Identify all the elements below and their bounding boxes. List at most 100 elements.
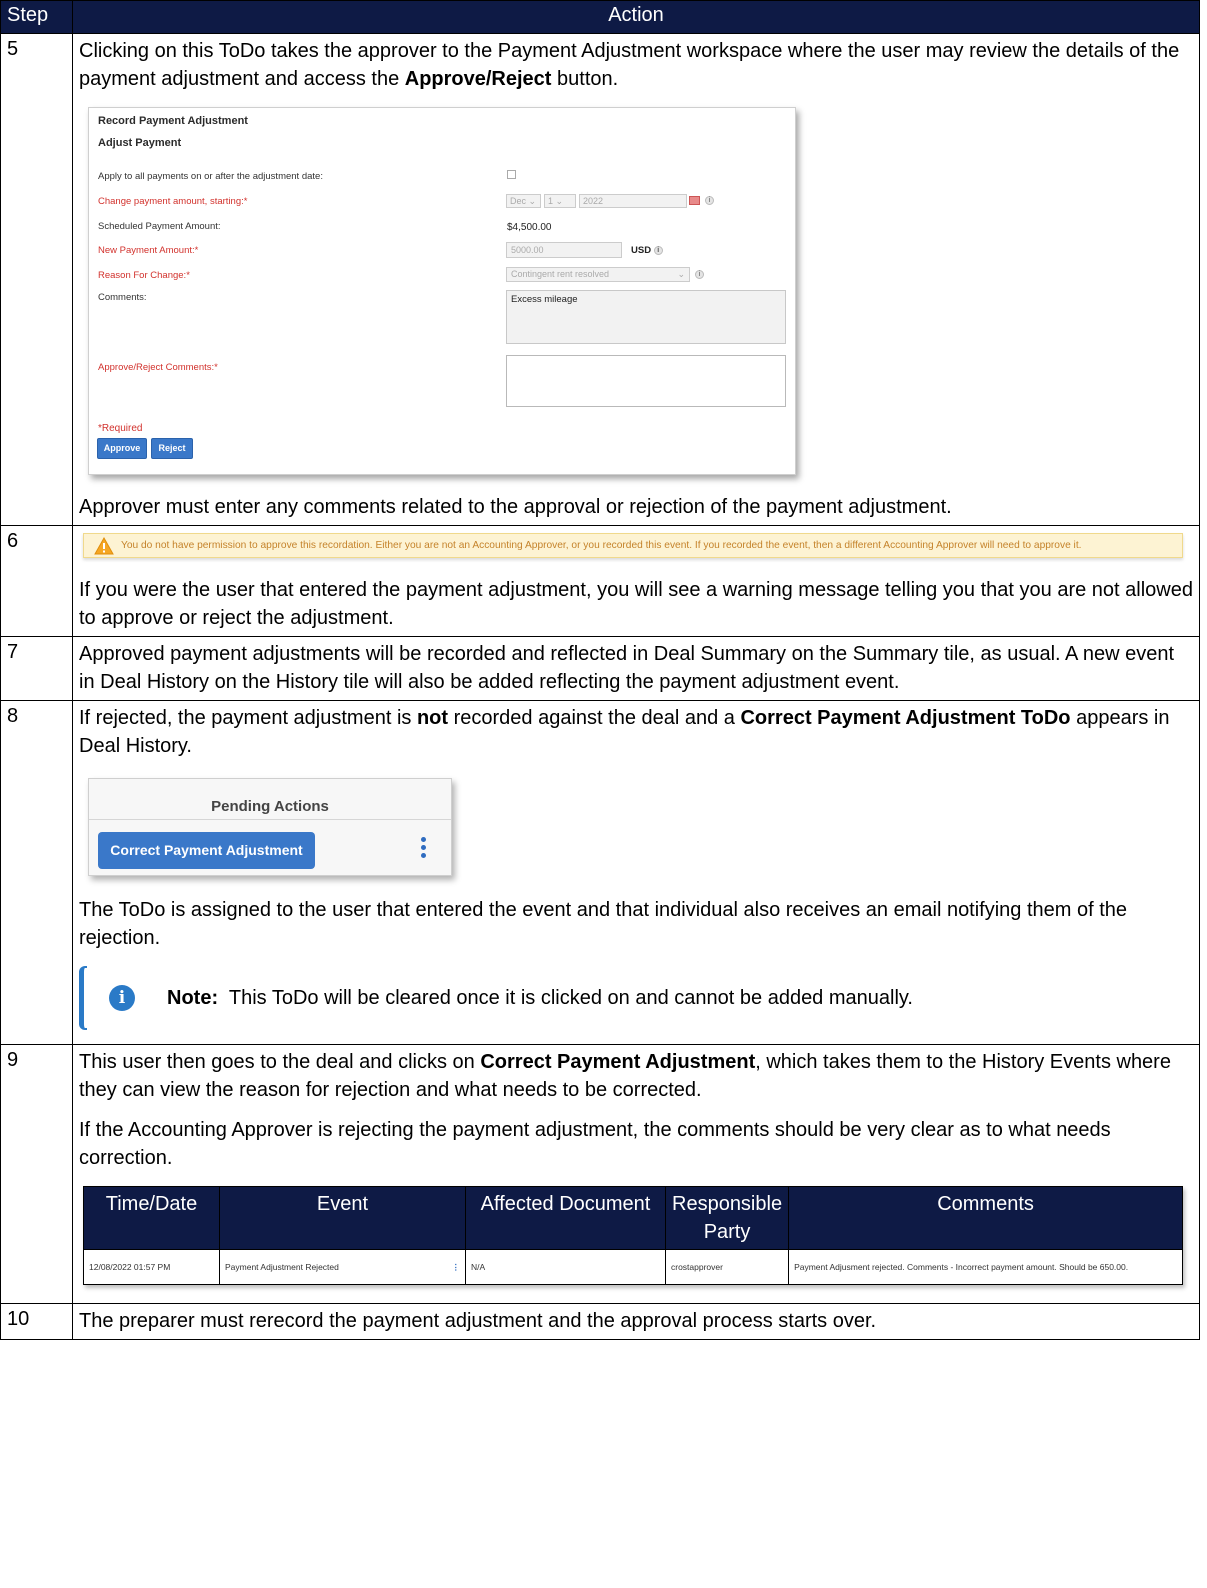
note-bracket bbox=[79, 966, 87, 1030]
comments-label: Comments: bbox=[98, 292, 147, 303]
bold-run: Correct Payment Adjustment bbox=[480, 1051, 756, 1073]
warning-icon bbox=[94, 537, 114, 555]
warning-text: You do not have permission to approve th… bbox=[121, 540, 1082, 551]
info-icon[interactable]: i bbox=[653, 245, 663, 255]
table-cell: Payment Adjusment rejected. Comments - I… bbox=[788, 1249, 1183, 1285]
text-run: button. bbox=[551, 68, 619, 90]
correct-payment-adjustment-button[interactable]: Correct Payment Adjustment bbox=[98, 832, 315, 869]
form-subtitle: Adjust Payment bbox=[98, 137, 182, 149]
step-text: This user then goes to the deal and clic… bbox=[79, 1048, 1193, 1104]
step-number: 10 bbox=[0, 1303, 73, 1340]
history-header-row: Time/Date Event Affected Document Respon… bbox=[83, 1186, 1183, 1250]
column-header: Comments bbox=[788, 1186, 1183, 1250]
step-action: If rejected, the payment adjustment is n… bbox=[72, 700, 1200, 1045]
column-header: Time/Date bbox=[83, 1186, 220, 1250]
table-cell: crostapprover bbox=[664, 1249, 790, 1285]
step-text: Approver must enter any comments related… bbox=[79, 496, 952, 518]
divider bbox=[89, 819, 451, 820]
step-row-7: 7 Approved payment adjustments will be r… bbox=[0, 636, 1200, 701]
reason-select[interactable]: Contingent rent resolved ⌄ bbox=[506, 267, 690, 282]
header-step: Step bbox=[0, 0, 73, 34]
table-row: 12/08/2022 01:57 PM Payment Adjustment R… bbox=[83, 1249, 1183, 1285]
required-note: *Required bbox=[98, 423, 143, 434]
step-text: Approved payment adjustments will be rec… bbox=[79, 643, 1175, 693]
step-number: 6 bbox=[0, 525, 73, 637]
history-events-table: Time/Date Event Affected Document Respon… bbox=[83, 1186, 1183, 1285]
year-input[interactable]: 2022 bbox=[579, 194, 687, 208]
note-body: This ToDo will be cleared once it is cli… bbox=[228, 987, 913, 1009]
step-action: This user then goes to the deal and clic… bbox=[72, 1044, 1200, 1304]
step-action: The preparer must rerecord the payment a… bbox=[72, 1303, 1200, 1340]
info-icon: i bbox=[109, 985, 135, 1011]
reason-value: Contingent rent resolved bbox=[511, 269, 610, 279]
month-select[interactable]: Dec ⌄ bbox=[506, 194, 541, 208]
currency-value: USD bbox=[631, 245, 652, 256]
kebab-menu-icon[interactable]: ⋮ bbox=[452, 1253, 461, 1281]
steps-table: Step Action 5 Clicking on this ToDo take… bbox=[0, 0, 1200, 1340]
column-header: Affected Document bbox=[465, 1186, 666, 1250]
calendar-icon[interactable] bbox=[689, 196, 700, 205]
step-row-10: 10 The preparer must rerecord the paymen… bbox=[0, 1303, 1200, 1340]
table-cell: Payment Adjustment Rejected ⋮ bbox=[219, 1249, 466, 1285]
currency-label: USD i bbox=[631, 245, 663, 257]
apply-label: Apply to all payments on or after the ad… bbox=[98, 171, 323, 182]
step-text: If you were the user that entered the pa… bbox=[79, 579, 1193, 629]
bold-run: Correct Payment Adjustment ToDo bbox=[740, 707, 1071, 729]
approve-comments-textarea[interactable] bbox=[506, 355, 786, 407]
day-select[interactable]: 1 ⌄ bbox=[544, 194, 576, 208]
chevron-down-icon: ⌄ bbox=[677, 269, 685, 279]
form-title: Record Payment Adjustment bbox=[98, 115, 248, 127]
column-header: Responsible Party bbox=[664, 1186, 790, 1250]
warning-banner: You do not have permission to approve th… bbox=[83, 533, 1183, 558]
step-row-9: 9 This user then goes to the deal and cl… bbox=[0, 1044, 1200, 1304]
column-header: Event bbox=[219, 1186, 466, 1250]
new-amount-input[interactable]: 5000.00 bbox=[506, 242, 622, 258]
step-action: Approved payment adjustments will be rec… bbox=[72, 636, 1200, 701]
note-text: Note: This ToDo will be cleared once it … bbox=[167, 984, 913, 1012]
year-value: 2022 bbox=[583, 196, 604, 206]
approve-button[interactable]: Approve bbox=[97, 438, 147, 459]
scheduled-value: $4,500.00 bbox=[507, 222, 552, 233]
step-number: 7 bbox=[0, 636, 73, 701]
table-header-row: Step Action bbox=[0, 0, 1200, 34]
apply-checkbox[interactable] bbox=[507, 170, 516, 179]
info-icon[interactable]: i bbox=[705, 196, 714, 205]
event-name: Payment Adjustment Rejected bbox=[225, 1262, 339, 1272]
step-action: Clicking on this ToDo takes the approver… bbox=[72, 33, 1200, 526]
text-run: Clicking on this ToDo takes the approver… bbox=[79, 40, 1180, 90]
change-label: Change payment amount, starting:* bbox=[98, 196, 248, 207]
text-run: If rejected, the payment adjustment is bbox=[79, 707, 417, 729]
comments-textarea[interactable]: Excess mileage bbox=[506, 290, 786, 344]
step-number: 5 bbox=[0, 33, 73, 526]
info-icon[interactable]: i bbox=[695, 270, 704, 279]
payment-adjustment-screenshot: Record Payment Adjustment Adjust Payment… bbox=[88, 107, 796, 475]
table-cell: N/A bbox=[465, 1249, 666, 1285]
step-text: The preparer must rerecord the payment a… bbox=[79, 1310, 877, 1332]
reject-button[interactable]: Reject bbox=[151, 438, 193, 459]
step-text: Clicking on this ToDo takes the approver… bbox=[79, 37, 1193, 93]
step-text: The ToDo is assigned to the user that en… bbox=[79, 899, 1128, 949]
kebab-menu-icon[interactable] bbox=[421, 837, 427, 861]
scheduled-label: Scheduled Payment Amount: bbox=[98, 221, 221, 232]
bold-run: not bbox=[416, 707, 449, 729]
step-text: If the Accounting Approver is rejecting … bbox=[79, 1119, 1111, 1169]
step-text: If rejected, the payment adjustment is n… bbox=[79, 704, 1193, 760]
pending-actions-title: Pending Actions bbox=[211, 798, 329, 815]
note-callout: i Note: This ToDo will be cleared once i… bbox=[79, 966, 1193, 1030]
step-row-5: 5 Clicking on this ToDo takes the approv… bbox=[0, 33, 1200, 526]
approve-comments-label: Approve/Reject Comments:* bbox=[98, 362, 218, 373]
reason-label: Reason For Change:* bbox=[98, 270, 190, 281]
new-amount-label: New Payment Amount:* bbox=[98, 245, 199, 256]
step-action: You do not have permission to approve th… bbox=[72, 525, 1200, 637]
day-value: 1 bbox=[548, 196, 554, 206]
text-run: recorded against the deal and a bbox=[448, 707, 741, 729]
text-run: This user then goes to the deal and clic… bbox=[79, 1051, 481, 1073]
month-value: Dec bbox=[510, 196, 527, 206]
step-number: 8 bbox=[0, 700, 73, 1045]
pending-actions-panel: Pending Actions Correct Payment Adjustme… bbox=[88, 778, 452, 876]
note-label: Note: bbox=[167, 987, 219, 1009]
step-number: 9 bbox=[0, 1044, 73, 1304]
step-row-8: 8 If rejected, the payment adjustment is… bbox=[0, 700, 1200, 1045]
header-action: Action bbox=[72, 0, 1200, 34]
step-row-6: 6 You do not have permission to approve … bbox=[0, 525, 1200, 637]
